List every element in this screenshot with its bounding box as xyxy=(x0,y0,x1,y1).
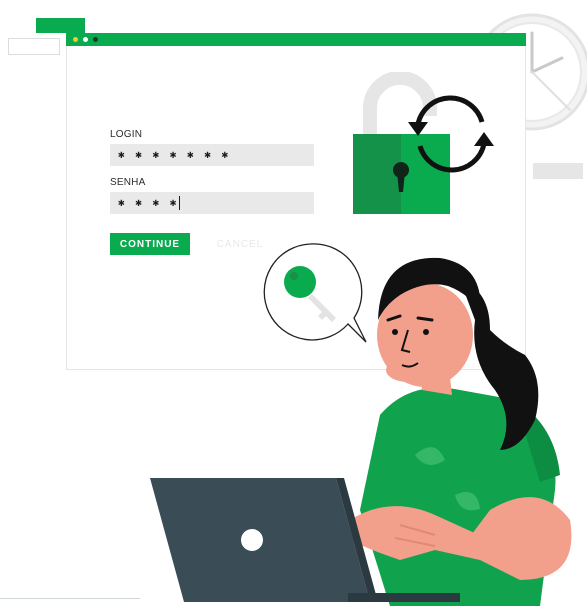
password-label: SENHA xyxy=(110,177,146,188)
deco-outline-block xyxy=(8,38,60,55)
deco-gray-block xyxy=(533,163,583,179)
window-dot-dark[interactable] xyxy=(93,37,98,42)
password-value: ✱ ✱ ✱ ✱ xyxy=(118,196,179,209)
deco-green-block xyxy=(36,18,85,33)
login-label: LOGIN xyxy=(110,129,143,140)
window-dot-white[interactable] xyxy=(83,37,88,42)
refresh-arrows-icon xyxy=(408,95,494,173)
text-caret xyxy=(179,196,181,210)
floor-line xyxy=(0,598,140,599)
window-title-bar xyxy=(66,33,526,46)
password-field[interactable]: ✱ ✱ ✱ ✱ xyxy=(110,192,314,214)
login-field[interactable]: ✱ ✱ ✱ ✱ ✱ ✱ ✱ xyxy=(110,144,314,166)
window-dot-yellow[interactable] xyxy=(73,37,78,42)
login-value: ✱ ✱ ✱ ✱ ✱ ✱ ✱ xyxy=(118,148,231,161)
continue-button[interactable]: CONTINUE xyxy=(110,233,190,255)
laptop-icon xyxy=(150,478,460,602)
